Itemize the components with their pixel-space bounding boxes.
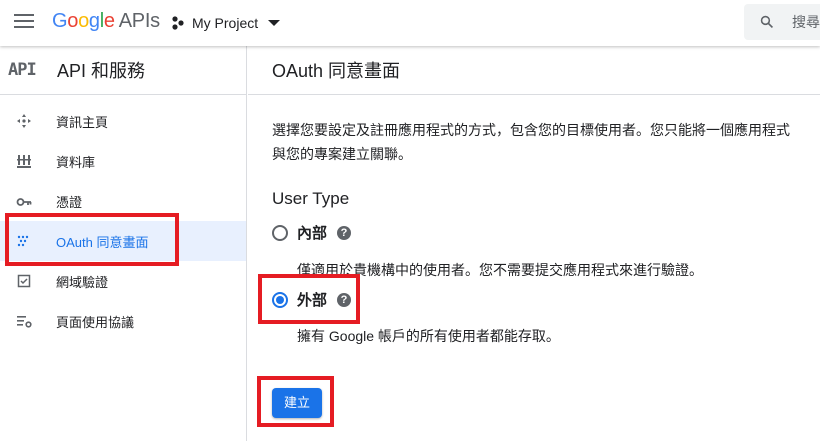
settings-list-icon: [17, 316, 32, 328]
consent-icon: [17, 235, 29, 247]
sidebar-item-library[interactable]: 資料庫: [0, 141, 246, 181]
sidebar-item-page-usage-agreements[interactable]: 頁面使用協議: [0, 301, 246, 341]
sidebar-header: API API 和服務: [0, 46, 246, 95]
search-placeholder: 搜尋: [792, 14, 820, 30]
help-icon[interactable]: ?: [337, 292, 352, 307]
user-type-internal-option[interactable]: 內部 ?: [272, 222, 352, 243]
external-description: 擁有 Google 帳戶的所有使用者都能存取。: [297, 328, 560, 344]
dashboard-icon: [17, 114, 31, 128]
help-icon[interactable]: ?: [337, 225, 352, 240]
checkbox-icon: [17, 274, 31, 288]
create-button[interactable]: 建立: [272, 388, 322, 418]
sidebar: API API 和服務 資訊主頁 資料庫 憑證 OAuth 同意畫面 網域驗證 …: [0, 46, 247, 441]
sidebar-item-dashboard[interactable]: 資訊主頁: [0, 101, 246, 141]
user-type-external-option[interactable]: 外部 ?: [272, 289, 352, 310]
search-input[interactable]: 搜尋: [744, 4, 820, 40]
sidebar-title: API 和服務: [57, 61, 146, 81]
main-content: OAuth 同意畫面 選擇您要設定及註冊應用程式的方式，包含您的目標使用者。您只…: [248, 46, 820, 441]
menu-icon[interactable]: [14, 14, 34, 30]
external-radio[interactable]: [272, 291, 288, 308]
page-description: 選擇您要設定及註冊應用程式的方式，包含您的目標使用者。您只能將一個應用程式與您的…: [272, 122, 790, 162]
internal-label: 內部: [297, 225, 328, 242]
page-title: OAuth 同意畫面: [272, 61, 401, 81]
google-apis-logo[interactable]: Google APIs: [52, 10, 160, 33]
main-header: OAuth 同意畫面: [248, 46, 820, 95]
sidebar-item-domain-verification[interactable]: 網域驗證: [0, 261, 246, 301]
chevron-down-icon: [268, 20, 281, 26]
sidebar-nav: 資訊主頁 資料庫 憑證 OAuth 同意畫面 網域驗證 頁面使用協議: [0, 95, 246, 341]
search-icon: [760, 15, 774, 29]
top-bar: Google APIs My Project 搜尋: [0, 0, 820, 46]
library-icon: [17, 155, 31, 168]
sidebar-item-oauth-consent[interactable]: OAuth 同意畫面: [0, 221, 246, 261]
user-type-heading: User Type: [272, 189, 350, 208]
project-icon: [172, 16, 184, 30]
sidebar-item-credentials[interactable]: 憑證: [0, 181, 246, 221]
external-label: 外部: [297, 292, 328, 309]
internal-radio[interactable]: [272, 224, 288, 241]
internal-description: 僅適用於貴機構中的使用者。您不需要提交應用程式來進行驗證。: [297, 262, 703, 278]
api-logo: API: [8, 60, 37, 80]
key-icon: [16, 198, 32, 206]
project-name: My Project: [192, 15, 259, 31]
project-selector[interactable]: My Project: [170, 12, 281, 34]
